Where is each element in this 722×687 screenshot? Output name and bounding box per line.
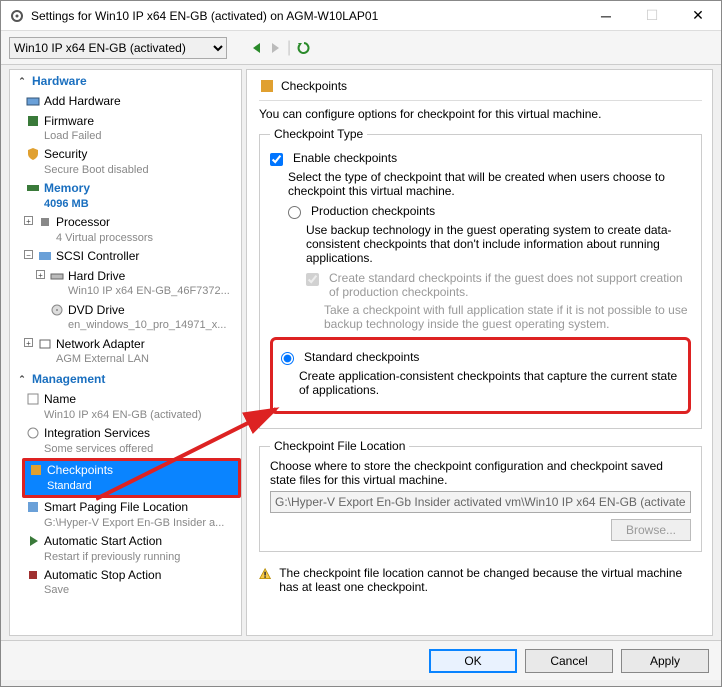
tree-memory[interactable]: Memory 4096 MB	[10, 179, 241, 213]
checkpoints-icon	[259, 78, 275, 94]
production-radio[interactable]	[288, 206, 301, 219]
memory-icon	[26, 181, 40, 195]
scsi-icon	[38, 249, 52, 263]
firmware-icon	[26, 114, 40, 128]
panel-title: Checkpoints	[259, 78, 702, 101]
network-icon	[38, 337, 52, 351]
tree-autostart[interactable]: Automatic Start Action Restart if previo…	[10, 532, 241, 566]
title-bar: Settings for Win10 IP x64 EN-GB (activat…	[1, 1, 721, 31]
refresh-icon[interactable]	[297, 41, 311, 55]
enable-checkpoints-checkbox[interactable]	[270, 153, 283, 166]
hard-drive-icon	[50, 269, 64, 283]
tree-scsi[interactable]: − SCSI Controller	[10, 247, 241, 267]
autostart-icon	[26, 534, 40, 548]
enable-checkpoints-label[interactable]: Enable checkpoints	[293, 151, 397, 165]
cancel-button[interactable]: Cancel	[525, 649, 613, 673]
section-management[interactable]: ⌃Management	[10, 368, 241, 390]
standard-label[interactable]: Standard checkpoints	[304, 350, 419, 364]
fallback-desc: Take a checkpoint with full application …	[324, 303, 691, 331]
tree-add-hardware[interactable]: Add Hardware	[10, 92, 241, 112]
dialog-footer: OK Cancel Apply	[1, 640, 721, 680]
checkpoint-type-group: Checkpoint Type Enable checkpoints Selec…	[259, 127, 702, 429]
toolbar: Win10 IP x64 EN-GB (activated) |	[1, 31, 721, 65]
nav-fwd-icon[interactable]	[269, 42, 281, 54]
tree-network[interactable]: + Network Adapter AGM External LAN	[10, 335, 241, 369]
tree-firmware[interactable]: Firmware Load Failed	[10, 112, 241, 146]
smartpaging-icon	[26, 500, 40, 514]
settings-icon	[9, 8, 25, 24]
expand-icon[interactable]: +	[24, 338, 33, 347]
checkpoint-location-group: Checkpoint File Location Choose where to…	[259, 439, 702, 552]
tree-security[interactable]: Security Secure Boot disabled	[10, 145, 241, 179]
standard-radio[interactable]	[281, 352, 294, 365]
security-icon	[26, 147, 40, 161]
tree-smartpaging[interactable]: Smart Paging File Location G:\Hyper-V Ex…	[10, 498, 241, 532]
standard-desc: Create application-consistent checkpoint…	[299, 369, 680, 397]
fallback-label: Create standard checkpoints if the guest…	[329, 271, 691, 299]
warning-row: The checkpoint file location cannot be c…	[259, 566, 702, 594]
warning-text: The checkpoint file location cannot be c…	[279, 566, 702, 594]
checkpoints-panel: Checkpoints You can configure options fo…	[246, 69, 713, 636]
section-hardware[interactable]: ⌃Hardware	[10, 70, 241, 92]
integration-icon	[26, 426, 40, 440]
expand-icon[interactable]: +	[24, 216, 33, 225]
expand-icon[interactable]: +	[36, 270, 45, 279]
minimize-button[interactable]: ─	[583, 1, 629, 31]
tree-processor[interactable]: + Processor 4 Virtual processors	[10, 213, 241, 247]
tree-hard-drive[interactable]: + Hard Drive Win10 IP x64 EN-GB_46F7372.…	[10, 267, 241, 301]
location-desc: Choose where to store the checkpoint con…	[270, 459, 691, 487]
tree-name[interactable]: Name Win10 IP x64 EN-GB (activated)	[10, 390, 241, 424]
checkpoints-icon	[29, 463, 43, 477]
panel-intro: You can configure options for checkpoint…	[259, 107, 702, 121]
apply-button[interactable]: Apply	[621, 649, 709, 673]
tree-autostop[interactable]: Automatic Stop Action Save	[10, 566, 241, 600]
type-select-desc: Select the type of checkpoint that will …	[288, 170, 691, 198]
collapse-icon[interactable]: −	[24, 250, 33, 259]
location-path-input	[270, 491, 691, 513]
close-button[interactable]: ✕	[675, 1, 721, 31]
processor-icon	[38, 215, 52, 229]
vm-selector[interactable]: Win10 IP x64 EN-GB (activated)	[9, 37, 227, 59]
name-icon	[26, 392, 40, 406]
nav-back-icon[interactable]	[251, 42, 263, 54]
checkpoint-type-legend: Checkpoint Type	[270, 127, 367, 141]
window-title: Settings for Win10 IP x64 EN-GB (activat…	[31, 9, 583, 23]
browse-button: Browse...	[611, 519, 691, 541]
add-hardware-icon	[26, 94, 40, 108]
production-desc: Use backup technology in the guest opera…	[306, 223, 691, 265]
warning-icon	[259, 566, 271, 582]
tree-checkpoints[interactable]: Checkpoints Standard	[22, 458, 241, 498]
tree-integration[interactable]: Integration Services Some services offer…	[10, 424, 241, 458]
tree-dvd[interactable]: DVD Drive en_windows_10_pro_14971_x...	[10, 301, 241, 335]
fallback-checkbox	[306, 273, 319, 286]
standard-highlight: Standard checkpoints Create application-…	[270, 337, 691, 414]
settings-tree[interactable]: ⌃Hardware Add Hardware Firmware Load Fai…	[9, 69, 242, 636]
dvd-icon	[50, 303, 64, 317]
maximize-button[interactable]: ☐	[629, 1, 675, 31]
autostop-icon	[26, 568, 40, 582]
ok-button[interactable]: OK	[429, 649, 517, 673]
location-legend: Checkpoint File Location	[270, 439, 409, 453]
production-label[interactable]: Production checkpoints	[311, 204, 435, 218]
